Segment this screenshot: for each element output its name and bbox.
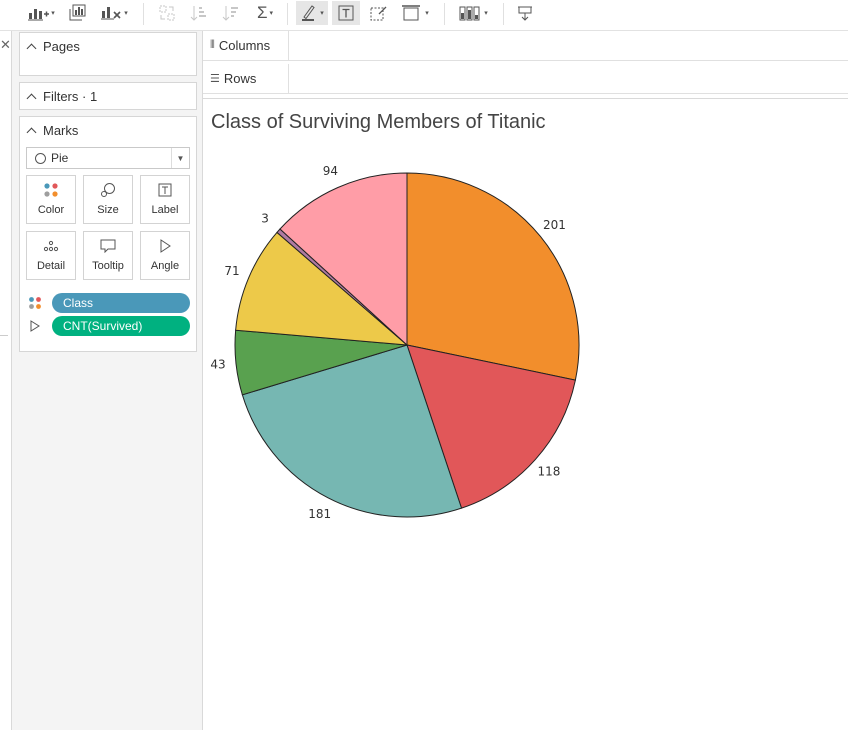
label-icon [158,181,172,199]
totals-icon: Σ [256,3,268,22]
swap-button[interactable] [155,1,179,25]
totals-button[interactable]: Σ ▾ [251,1,279,25]
chevron-up-icon [26,43,37,53]
color-pill-row: Class [26,293,190,313]
tooltip-icon [100,237,116,255]
rows-text: Rows [223,71,257,86]
sort-descending-button[interactable] [219,1,243,25]
size-button[interactable]: Size [83,175,133,224]
marks-card: Marks Pie ▼ Color Size Label Detail Tool… [19,116,197,352]
rows-shelf[interactable]: ☰ Rows [203,64,848,94]
pie-icon [35,152,46,164]
pie-slice[interactable] [406,172,580,381]
highlight-icon [302,5,315,21]
show-me-button[interactable]: ▾ [454,1,492,25]
slice-label: 181 [308,507,331,521]
side-panel: Pages Filters · 1 Marks Pie ▼ Color Size… [12,31,203,730]
chevron-up-icon [26,127,37,137]
show-me-icon [459,6,480,21]
columns-shelf[interactable]: ⦀ Columns [203,31,848,61]
label-button[interactable]: Label [140,175,190,224]
cnt-survived-pill[interactable]: CNT(Survived) [52,316,190,336]
columns-text: Columns [218,38,271,53]
size-label: Size [97,204,119,216]
detail-button[interactable]: Detail [26,231,76,280]
columns-label: ⦀ Columns [203,31,289,60]
slice-label: 94 [323,164,338,178]
class-pill[interactable]: Class [52,293,190,313]
color-icon [43,181,59,199]
angle-icon [158,237,172,255]
duplicate-sheet-button[interactable] [64,1,90,25]
presentation-button[interactable] [512,1,538,25]
toolbar-separator [143,3,144,25]
divider [0,335,8,336]
filters-title: Filters · 1 [43,89,98,104]
slice-label: 71 [224,264,239,278]
chevron-up-icon [26,93,37,103]
pie-chart: 201 118 181 43 71 3 94 [210,164,580,521]
close-icon[interactable]: ✕ [0,37,11,53]
angle-icon [30,320,40,332]
slice-label: 3 [261,212,269,226]
color-button[interactable]: Color [26,175,76,224]
angle-pill-row: CNT(Survived) [26,316,190,336]
toolbar-separator [287,3,288,25]
color-icon [29,297,41,309]
show-mark-labels-button[interactable] [332,1,360,25]
toolbar-separator [444,3,445,25]
detail-icon [43,237,59,255]
clear-sheet-button[interactable]: ▾ [98,1,130,25]
slice-label: 43 [210,358,225,372]
color-label: Color [37,204,65,216]
columns-icon: ⦀ [210,39,215,51]
duplicate-sheet-icon [69,4,86,21]
new-worksheet-icon [28,9,50,21]
sort-ascending-button[interactable] [187,1,211,25]
toolbar-separator [503,3,504,25]
clear-sheet-icon [101,7,121,20]
label-label: Label [151,204,179,216]
chart-view: Class of Surviving Members of Titanic 20… [203,98,848,730]
presentation-icon [518,6,532,21]
swap-icon [159,5,175,21]
detail-label: Detail [36,260,66,272]
filters-header[interactable]: Filters · 1 [26,89,98,104]
slice-label: 201 [543,218,566,232]
tooltip-button[interactable]: Tooltip [83,231,133,280]
new-worksheet-button[interactable]: ▾ [26,1,56,25]
fix-axes-icon [370,6,387,21]
filters-card: Filters · 1 [19,82,197,110]
highlight-button[interactable]: ▾ [296,1,328,25]
collapse-strip: ✕ [0,31,12,730]
rows-icon: ☰ [210,73,220,85]
rows-label: ☰ Rows [203,64,289,93]
angle-button[interactable]: Angle [140,231,190,280]
mark-type-value: Pie [51,151,69,165]
fit-button[interactable]: ▾ [398,1,432,25]
fit-icon [402,5,421,21]
slice-label: 118 [538,464,561,478]
toolbar: ▾ ▾ Σ ▾ ▾ ▾ ▾ [0,0,848,31]
show-mark-labels-icon [338,5,354,21]
marks-header[interactable]: Marks [26,123,79,138]
pages-header[interactable]: Pages [26,39,80,54]
size-icon [100,181,116,199]
angle-label: Angle [150,260,180,272]
sort-ascending-icon [190,6,206,21]
marks-title: Marks [43,123,79,138]
fix-axes-button[interactable] [366,1,390,25]
mark-type-select[interactable]: Pie ▼ [26,147,190,169]
chevron-down-icon[interactable]: ▼ [171,148,189,168]
tooltip-label: Tooltip [92,260,124,272]
pages-title: Pages [43,39,80,54]
sort-descending-icon [222,6,238,21]
pages-card: Pages [19,32,197,76]
